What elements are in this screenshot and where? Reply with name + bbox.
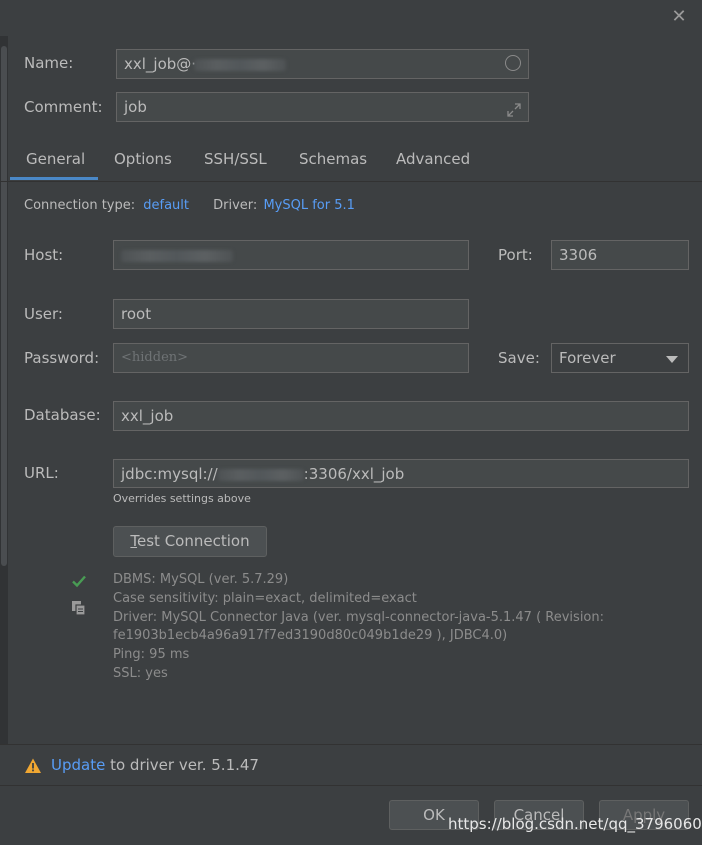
password-input[interactable]: <hidden>: [113, 343, 469, 373]
user-label: User:: [24, 305, 63, 323]
comment-input[interactable]: job: [116, 92, 529, 122]
driver-label: Driver:: [213, 198, 258, 213]
close-icon[interactable]: ✕: [668, 6, 690, 28]
port-label: Port:: [498, 246, 533, 264]
tab-advanced[interactable]: Advanced: [396, 140, 470, 180]
database-input[interactable]: xxl_job: [113, 401, 689, 431]
host-label: Host:: [24, 246, 64, 264]
result-driver: Driver: MySQL Connector Java (ver. mysql…: [113, 610, 604, 625]
connection-info: Connection type: default Driver: MySQL f…: [24, 198, 355, 213]
result-ping: Ping: 95 ms: [113, 647, 190, 662]
name-label: Name:: [24, 54, 74, 72]
url-prefix: jdbc:mysql://: [121, 465, 218, 483]
check-icon: [70, 572, 88, 590]
tab-general[interactable]: General: [10, 140, 98, 180]
color-circle-icon[interactable]: [505, 55, 521, 71]
redacted-host: [194, 58, 287, 71]
watermark-text: https://blog.csdn.net/qq_37960603: [448, 815, 702, 833]
warning-message: to driver ver. 5.1.47: [105, 756, 259, 774]
driver-link[interactable]: MySQL for 5.1: [263, 198, 354, 213]
chevron-down-icon: [666, 356, 678, 363]
redacted-host: [121, 249, 233, 262]
test-connection-button[interactable]: Test Connection: [113, 526, 267, 557]
connection-type-link[interactable]: default: [143, 198, 189, 213]
tab-schemas[interactable]: Schemas: [299, 140, 367, 180]
result-case: Case sensitivity: plain=exact, delimited…: [113, 591, 417, 606]
tab-bar: General Options SSH/SSL Schemas Advanced: [0, 140, 702, 182]
user-input[interactable]: root: [113, 299, 469, 329]
url-label: URL:: [24, 464, 59, 482]
redacted-host: [217, 468, 304, 481]
password-label: Password:: [24, 349, 100, 367]
test-connection-label: est Connection: [137, 532, 250, 550]
copy-icon[interactable]: [70, 599, 88, 617]
comment-value: job: [124, 98, 147, 116]
port-input[interactable]: 3306: [551, 240, 689, 270]
result-driver-revision: fe1903b1ecb4a96a917f7ed3190d80c049b1de29…: [113, 628, 508, 643]
warning-icon: [24, 757, 42, 775]
comment-label: Comment:: [24, 98, 103, 116]
result-dbms: DBMS: MySQL (ver. 5.7.29): [113, 572, 289, 587]
save-label: Save:: [498, 349, 540, 367]
save-select[interactable]: Forever: [551, 343, 689, 373]
update-link[interactable]: Update: [51, 756, 105, 774]
result-ssl: SSL: yes: [113, 666, 168, 681]
tab-options[interactable]: Options: [114, 140, 172, 180]
url-input[interactable]: jdbc:mysql:// :3306/xxl_job: [113, 459, 689, 488]
name-input[interactable]: xxl_job@·: [116, 49, 529, 79]
host-input[interactable]: [113, 240, 469, 270]
driver-warning-bar: Update to driver ver. 5.1.47: [0, 745, 702, 785]
database-label: Database:: [24, 406, 101, 424]
expand-icon[interactable]: [506, 99, 522, 117]
name-value: xxl_job@·: [124, 55, 197, 73]
url-hint: Overrides settings above: [113, 492, 251, 505]
tab-ssh-ssl[interactable]: SSH/SSL: [204, 140, 267, 180]
url-suffix: :3306/xxl_job: [303, 465, 405, 483]
save-value: Forever: [559, 349, 616, 367]
driver-warning-text: Update to driver ver. 5.1.47: [51, 756, 259, 774]
connection-type-label: Connection type:: [24, 198, 136, 213]
scrollbar-thumb[interactable]: [1, 46, 7, 566]
